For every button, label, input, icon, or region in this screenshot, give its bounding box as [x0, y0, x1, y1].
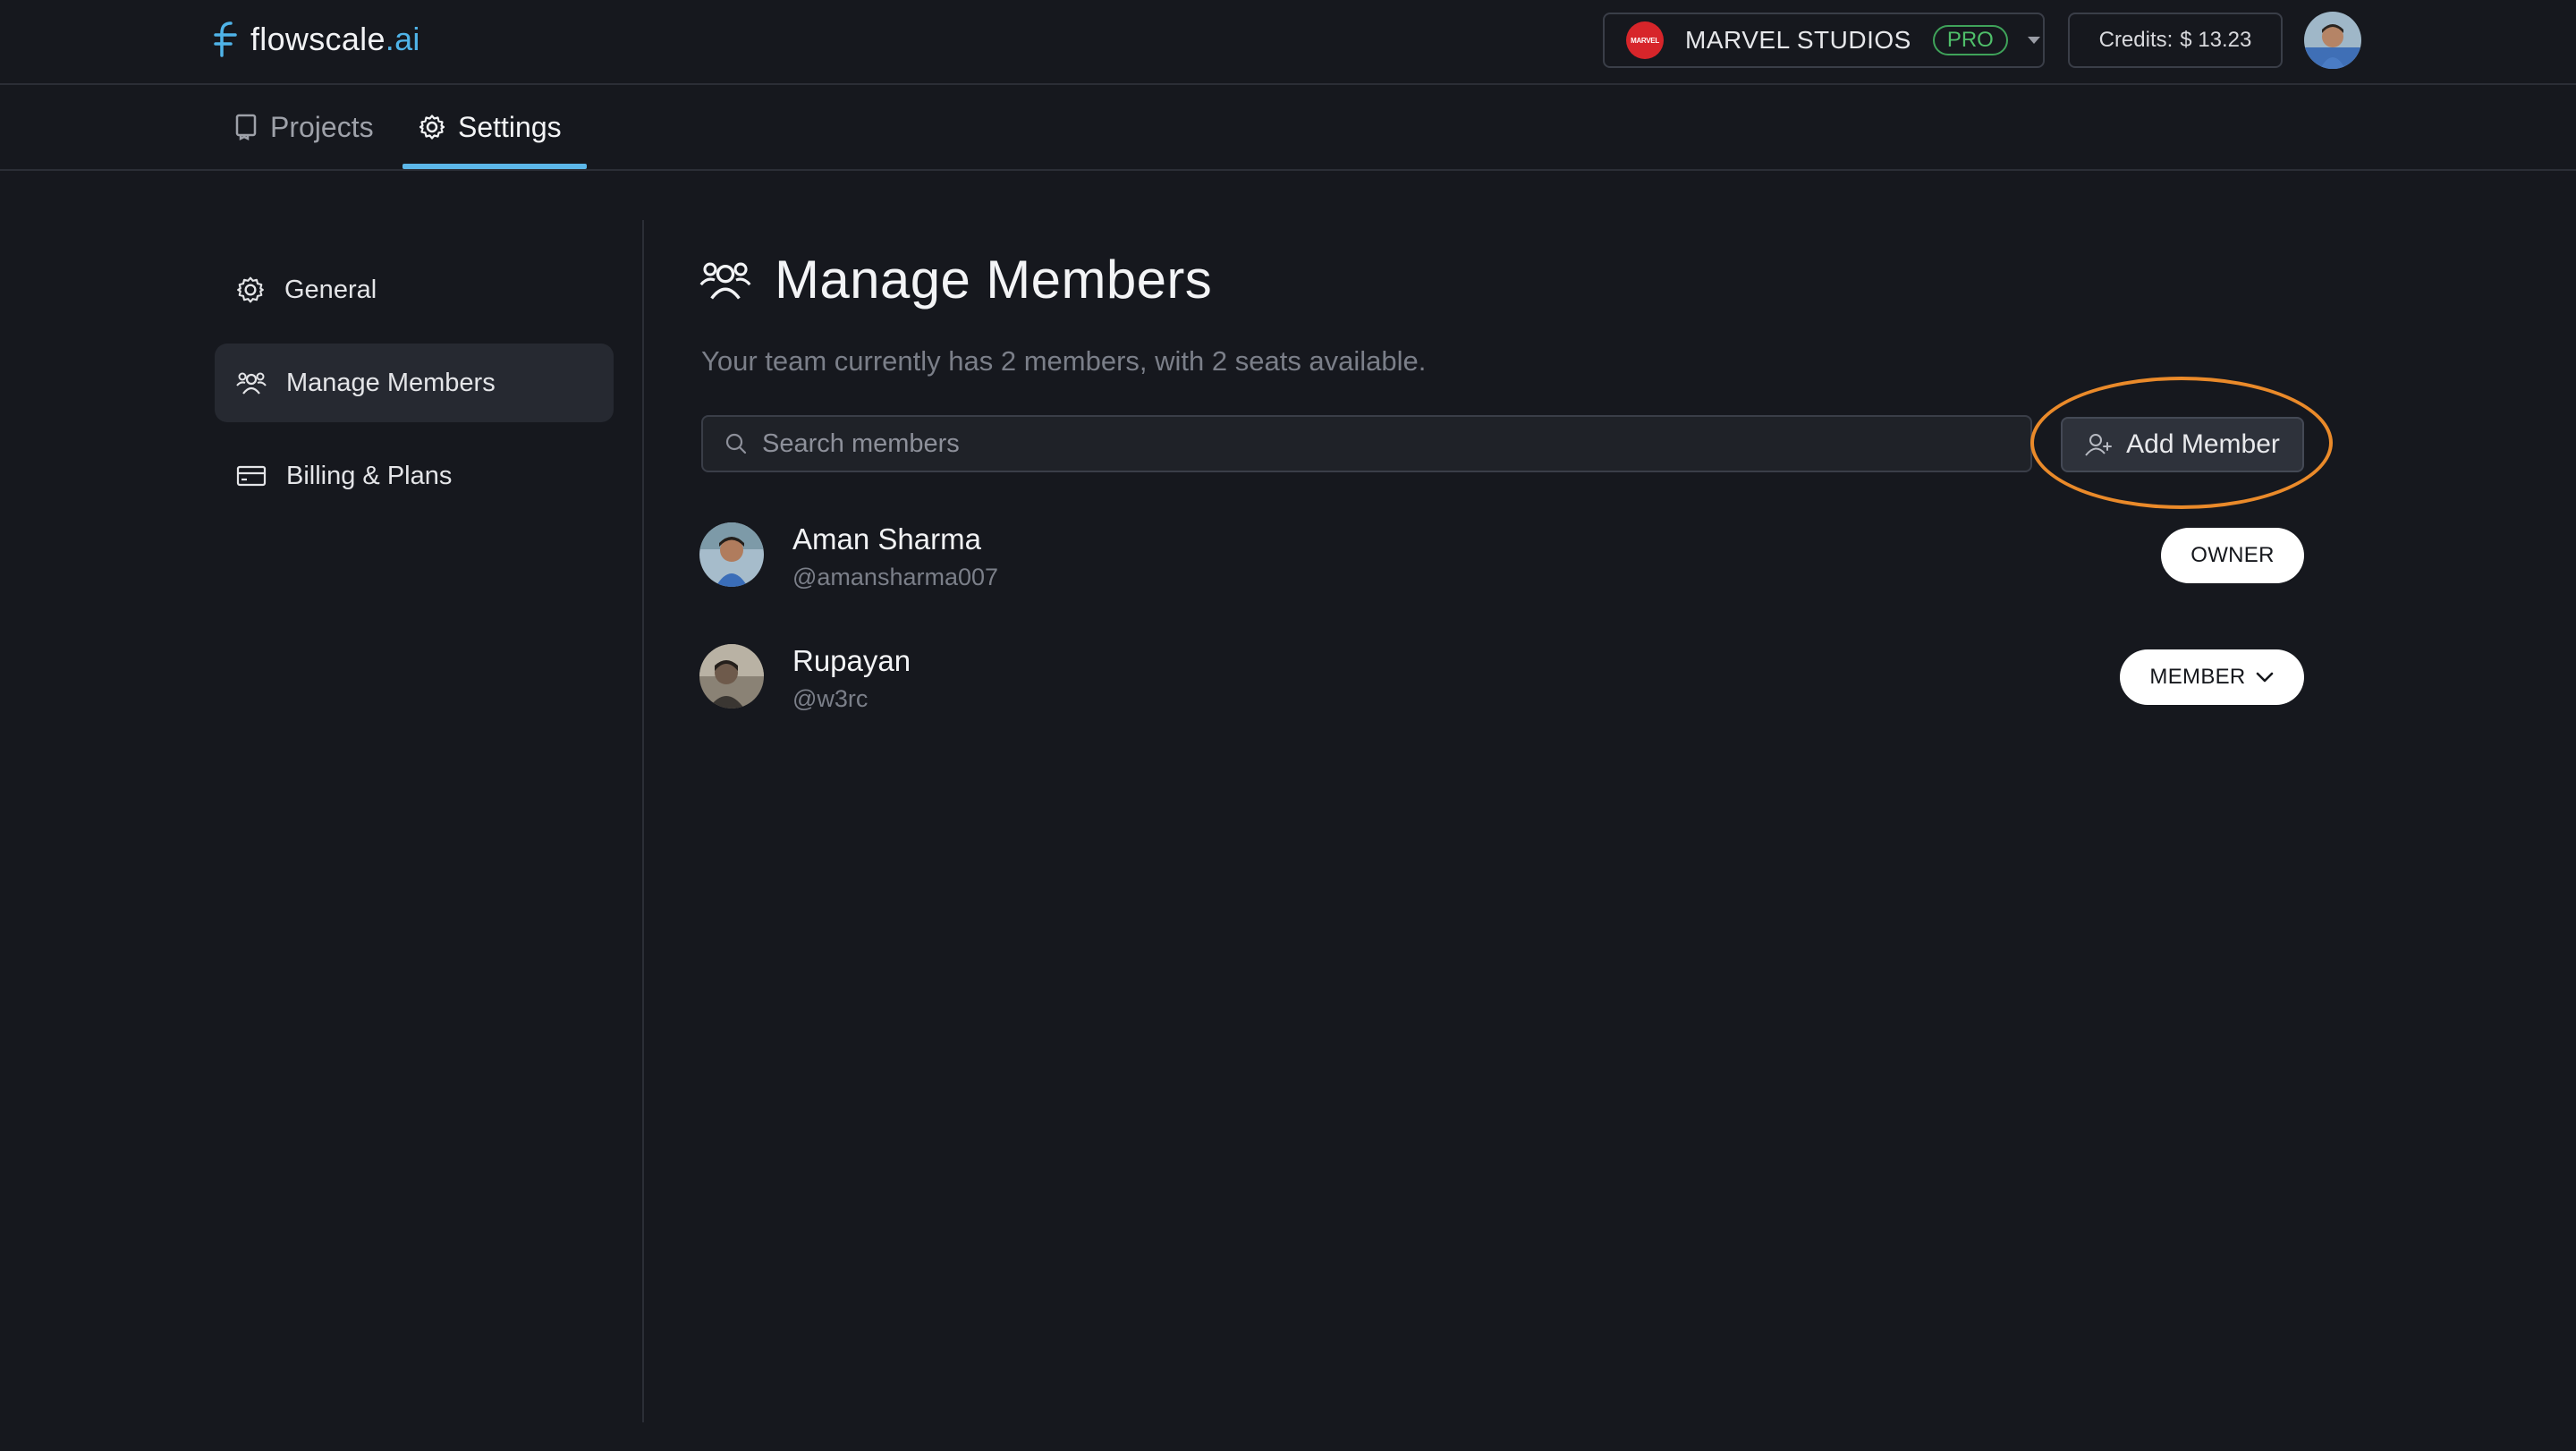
- app-name: flowscale.ai: [250, 21, 420, 57]
- users-icon: [236, 372, 267, 395]
- chevron-down-icon: [2256, 672, 2273, 683]
- credits-label: Credits:: [2098, 28, 2174, 52]
- user-plus-icon: [2085, 434, 2113, 456]
- member-row: Aman Sharma @amansharma007 OWNER: [699, 522, 2304, 594]
- member-handle: @amansharma007: [792, 564, 999, 590]
- credits-amount: $ 13.23: [2180, 28, 2252, 52]
- tab-settings[interactable]: Settings: [419, 85, 562, 169]
- add-member-button[interactable]: Add Member: [2061, 417, 2304, 472]
- sidebar-item-label: General: [284, 275, 377, 304]
- member-avatar: [699, 522, 764, 587]
- workspace-selector[interactable]: MARVEL MARVEL STUDIOS PRO: [1603, 13, 2045, 68]
- top-bar: flowscale.ai MARVEL MARVEL STUDIOS PRO C…: [0, 0, 2576, 85]
- add-member-label: Add Member: [2126, 429, 2280, 459]
- tab-label: Projects: [270, 110, 374, 143]
- sidebar-item-label: Billing & Plans: [286, 461, 453, 490]
- member-row: Rupayan @w3rc MEMBER: [699, 644, 2304, 716]
- sidebar-divider: [642, 220, 644, 1422]
- member-handle: @w3rc: [792, 685, 869, 712]
- role-label: MEMBER: [2149, 665, 2246, 689]
- tab-label: Settings: [458, 110, 562, 143]
- tab-projects[interactable]: Projects: [234, 85, 374, 169]
- page-header: Manage Members: [699, 249, 1212, 310]
- page-title: Manage Members: [775, 250, 1213, 310]
- credits-display[interactable]: Credits: $ 13.23: [2068, 13, 2283, 68]
- user-avatar-image: [2304, 12, 2361, 69]
- gear-icon: [419, 115, 445, 140]
- main-tabs: Projects Settings: [0, 85, 2576, 171]
- workspace-name: MARVEL STUDIOS: [1685, 26, 1911, 54]
- search-bar[interactable]: [701, 415, 2032, 472]
- search-icon: [725, 433, 747, 454]
- member-name: Aman Sharma: [792, 522, 981, 556]
- role-dropdown[interactable]: MEMBER: [2120, 649, 2304, 705]
- sidebar-item-manage-members[interactable]: Manage Members: [215, 344, 614, 422]
- flowscale-logo-icon: [214, 21, 237, 57]
- member-name: Rupayan: [792, 644, 911, 677]
- sidebar-item-billing[interactable]: Billing & Plans: [215, 437, 614, 515]
- role-badge-owner: OWNER: [2161, 528, 2304, 583]
- role-label: OWNER: [2190, 543, 2275, 567]
- book-icon: [235, 114, 257, 140]
- app-logo[interactable]: flowscale.ai: [211, 20, 420, 59]
- member-avatar: [699, 644, 764, 709]
- credit-card-icon: [236, 465, 267, 487]
- search-input[interactable]: [748, 428, 2030, 460]
- plan-badge: PRO: [1932, 25, 2008, 55]
- active-tab-indicator: [402, 164, 587, 169]
- gear-icon: [237, 276, 264, 303]
- user-avatar[interactable]: [2304, 12, 2361, 69]
- workspace-logo: MARVEL: [1626, 21, 1664, 59]
- sidebar-item-general[interactable]: General: [215, 250, 614, 329]
- users-icon: [699, 262, 751, 300]
- members-summary: Your team currently has 2 members, with …: [701, 345, 1427, 377]
- caret-down-icon: [2027, 37, 2040, 44]
- sidebar-item-label: Manage Members: [286, 368, 496, 397]
